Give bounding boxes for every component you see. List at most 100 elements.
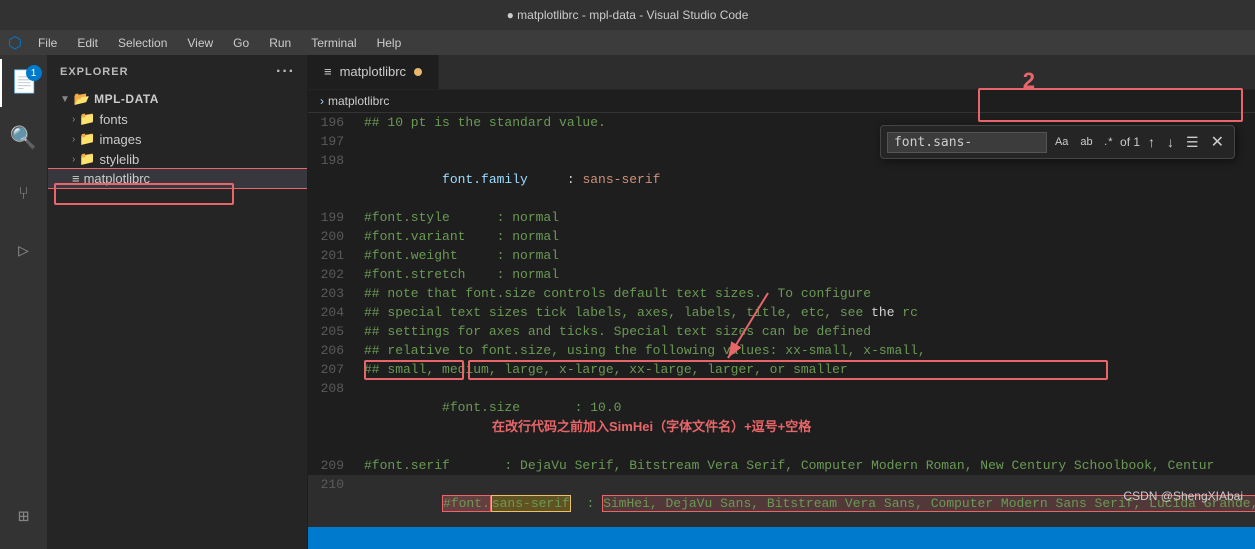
code-line-206: 206 ## relative to font.size, using the … xyxy=(308,341,1255,360)
breadcrumb-separator: › xyxy=(320,94,324,108)
folder-icon: 📁 xyxy=(79,131,95,147)
status-bar xyxy=(308,527,1255,549)
line-content: #font.weight : normal xyxy=(360,246,1255,265)
file-icon: ≡ xyxy=(324,64,332,79)
line-number: 202 xyxy=(308,265,360,284)
menu-file[interactable]: File xyxy=(30,34,65,52)
explorer-activity-icon[interactable]: 📄 1 xyxy=(0,59,48,107)
editor-tab-matplotlibrc[interactable]: ≡ matplotlibrc xyxy=(308,55,439,89)
root-label: MPL-DATA xyxy=(94,92,159,106)
code-line-208: 208 #font.size : 10.0 在改行代码之前加入SimHei（字体… xyxy=(308,379,1255,456)
folder-icon: 📁 xyxy=(79,151,95,167)
line-content: ## small, medium, large, x-large, xx-lar… xyxy=(360,360,1255,379)
find-next-button[interactable]: ↓ xyxy=(1163,132,1178,152)
magnify-icon: 🔍 xyxy=(10,126,37,152)
title-bar: ● matplotlibrc - mpl-data - Visual Studi… xyxy=(0,0,1255,30)
expand-arrow-icon: › xyxy=(72,134,75,145)
code-line-200: 200 #font.variant : normal xyxy=(308,227,1255,246)
find-input[interactable] xyxy=(887,132,1047,153)
line-number: 205 xyxy=(308,322,360,341)
sidebar-item-images[interactable]: › 📁 images xyxy=(48,129,307,149)
code-line-203: 203 ## note that font.size controls defa… xyxy=(308,284,1255,303)
activity-bar: 📄 1 🔍 ⑂ ▷ ⊞ xyxy=(0,55,48,549)
sidebar-item-fonts[interactable]: › 📁 fonts xyxy=(48,109,307,129)
line-content: ## relative to font.size, using the foll… xyxy=(360,341,1255,360)
line-number: 206 xyxy=(308,341,360,360)
line-number: 201 xyxy=(308,246,360,265)
match-word-button[interactable]: ab xyxy=(1076,134,1096,150)
sidebar-item-matplotlibrc[interactable]: ≡ matplotlibrc xyxy=(48,169,307,188)
line-content: #font.variant : normal xyxy=(360,227,1255,246)
expand-arrow-icon: › xyxy=(72,154,75,165)
sidebar-item-label: matplotlibrc xyxy=(84,171,150,186)
find-list-button[interactable]: ☰ xyxy=(1182,132,1203,153)
line-number: 199 xyxy=(308,208,360,227)
search-activity-icon[interactable]: 🔍 xyxy=(0,115,48,163)
modified-indicator xyxy=(414,68,422,76)
sidebar-item-label: stylelib xyxy=(100,152,140,167)
menu-help[interactable]: Help xyxy=(369,34,410,52)
line-content: #font.serif : DejaVu Serif, Bitstream Ve… xyxy=(360,456,1255,475)
line-number: 203 xyxy=(308,284,360,303)
sidebar-item-label: images xyxy=(100,132,142,147)
code-line-210: 210 #font.sans-serif : SimHei, DejaVu Sa… xyxy=(308,475,1255,527)
menu-view[interactable]: View xyxy=(179,34,221,52)
grid-icon: ⊞ xyxy=(18,506,29,528)
menu-terminal[interactable]: Terminal xyxy=(303,34,364,52)
find-count: of 1 xyxy=(1120,135,1140,149)
menu-selection[interactable]: Selection xyxy=(110,34,175,52)
breadcrumb: › matplotlibrc xyxy=(308,90,1255,113)
line-number: 207 xyxy=(308,360,360,379)
line-content: font.family : sans-serif xyxy=(360,151,1255,208)
play-icon: ▷ xyxy=(18,240,29,262)
sidebar-more-button[interactable]: ··· xyxy=(276,63,295,81)
find-widget: Aa ab .* of 1 ↑ ↓ ☰ ✕ xyxy=(880,125,1235,159)
regex-button[interactable]: .* xyxy=(1101,134,1116,150)
sidebar-title: EXPLORER ··· xyxy=(48,55,307,89)
line-content: ## settings for axes and ticks. Special … xyxy=(360,322,1255,341)
line-number: 200 xyxy=(308,227,360,246)
menu-go[interactable]: Go xyxy=(225,34,257,52)
code-line-201: 201 #font.weight : normal xyxy=(308,246,1255,265)
line-number: 197 xyxy=(308,132,360,151)
run-activity-icon[interactable]: ▷ xyxy=(0,227,48,275)
line-number: 198 xyxy=(308,151,360,208)
sidebar-item-stylelib[interactable]: › 📁 stylelib xyxy=(48,149,307,169)
menu-bar: ⬡ File Edit Selection View Go Run Termin… xyxy=(0,30,1255,55)
line-content: ## special text sizes tick labels, axes,… xyxy=(360,303,1255,322)
folder-open-icon: 📂 xyxy=(74,91,90,107)
tab-label: matplotlibrc xyxy=(340,64,406,79)
sidebar-root-mpl-data[interactable]: ▼ 📂 MPL-DATA xyxy=(48,89,307,109)
csdn-label: CSDN @ShengXIAbai xyxy=(1123,489,1243,503)
line-content: #font.sans-serif : SimHei, DejaVu Sans, … xyxy=(360,475,1255,527)
code-line-204: 204 ## special text sizes tick labels, a… xyxy=(308,303,1255,322)
extensions-activity-icon[interactable]: ⊞ xyxy=(0,493,48,541)
code-line-209: 209 #font.serif : DejaVu Serif, Bitstrea… xyxy=(308,456,1255,475)
find-close-button[interactable]: ✕ xyxy=(1207,130,1228,154)
code-line-207: 207 ## small, medium, large, x-large, xx… xyxy=(308,360,1255,379)
sidebar-item-label: fonts xyxy=(100,112,128,127)
line-content: #font.stretch : normal xyxy=(360,265,1255,284)
line-number: 208 xyxy=(308,379,360,456)
line-content: #font.size : 10.0 在改行代码之前加入SimHei（字体文件名）… xyxy=(360,379,1255,456)
source-control-activity-icon[interactable]: ⑂ xyxy=(0,171,48,219)
match-case-button[interactable]: Aa xyxy=(1051,134,1072,150)
find-prev-button[interactable]: ↑ xyxy=(1144,132,1159,152)
branch-icon: ⑂ xyxy=(18,185,29,205)
code-line-202: 202 #font.stretch : normal xyxy=(308,265,1255,284)
expand-arrow-icon: › xyxy=(72,114,75,125)
explorer-label: EXPLORER xyxy=(60,66,129,78)
line-number: 210 xyxy=(308,475,360,527)
menu-edit[interactable]: Edit xyxy=(69,34,106,52)
annotation-text: 在改行代码之前加入SimHei（字体文件名）+逗号+空格 xyxy=(492,419,811,434)
code-line-198: 198 font.family : sans-serif xyxy=(308,151,1255,208)
line-number: 204 xyxy=(308,303,360,322)
line-content: ## note that font.size controls default … xyxy=(360,284,1255,303)
menu-run[interactable]: Run xyxy=(261,34,299,52)
code-editor[interactable]: 196 ## 10 pt is the standard value. 197 … xyxy=(308,113,1255,527)
code-line-205: 205 ## settings for axes and ticks. Spec… xyxy=(308,322,1255,341)
code-line-199: 199 #font.style : normal xyxy=(308,208,1255,227)
folder-icon: 📁 xyxy=(79,111,95,127)
vscode-icon: ⬡ xyxy=(8,33,22,53)
breadcrumb-file[interactable]: matplotlibrc xyxy=(328,94,389,108)
